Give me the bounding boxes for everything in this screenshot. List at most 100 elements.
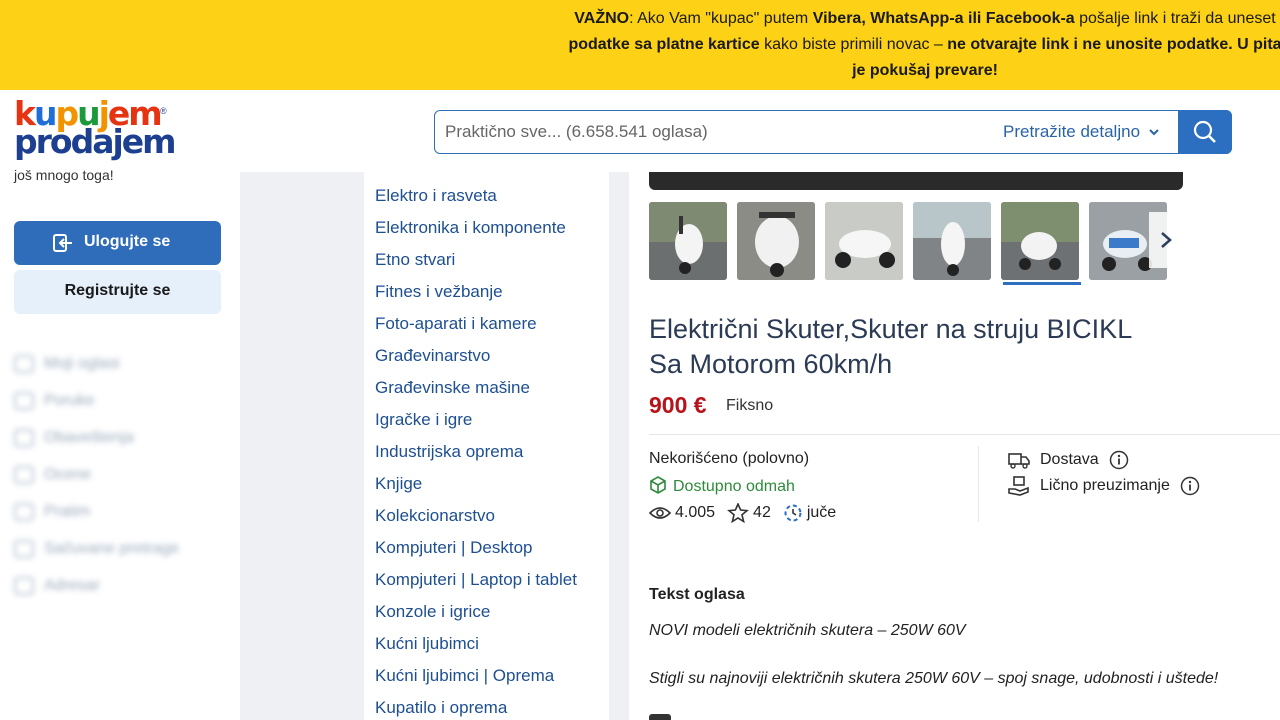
ad-title: Električni Skuter,Skuter na struju BICIK… <box>649 312 1209 382</box>
category-link[interactable]: Kućni ljubimci | Oprema <box>375 666 554 686</box>
ad-detail: Električni Skuter,Skuter na struju BICIK… <box>629 172 1280 720</box>
pickup-option: Lično preuzimanje <box>1008 476 1210 496</box>
category-link[interactable]: Građevinarstvo <box>375 346 490 366</box>
warning-text-part: je pokušaj prevare! <box>852 62 998 79</box>
photo-thumbnails <box>649 202 1189 282</box>
category-link[interactable]: Konzole i igrice <box>375 602 490 622</box>
menu-label: Obaveštenja <box>44 428 134 446</box>
description-line: NOVI modeli električnih skutera – 250W 6… <box>649 622 966 639</box>
star-icon <box>14 502 34 521</box>
divider <box>649 434 1280 435</box>
info-icon[interactable] <box>1180 476 1200 496</box>
menu-item-notifications[interactable]: Obaveštenja <box>14 419 234 456</box>
category-link[interactable]: Kolekcionarstvo <box>375 506 495 526</box>
views-count: 4.005 <box>675 504 716 521</box>
category-link[interactable]: Knjige <box>375 474 422 494</box>
login-icon <box>53 234 72 252</box>
category-link[interactable]: Kupatilo i oprema <box>375 698 507 718</box>
divider <box>978 446 979 522</box>
warning-text-part: pošalje link i traži da uneset <box>1074 10 1276 27</box>
main-photo[interactable] <box>649 172 1183 190</box>
warning-text-part: ne otvarajte link i ne unosite podatke. … <box>947 36 1280 53</box>
messages-icon <box>14 391 34 410</box>
category-link[interactable]: Elektro i rasveta <box>375 186 497 206</box>
sidebar-note: još mnogo toga! <box>14 167 114 183</box>
photo-thumbnail[interactable] <box>913 202 991 280</box>
login-button[interactable]: Ulogujte se <box>14 221 221 265</box>
delivery-label: Dostava <box>1040 451 1099 468</box>
menu-label: Ocene <box>44 465 92 483</box>
menu-item-messages[interactable]: Poruke <box>14 382 234 419</box>
category-link[interactable]: Fitnes i vežbanje <box>375 282 503 302</box>
search-button[interactable] <box>1178 110 1232 154</box>
menu-label: Sačuvane pretrage <box>44 539 180 557</box>
menu-item-my-ads[interactable]: Moji oglasi <box>14 345 234 382</box>
description-heading: Tekst oglasa <box>649 586 745 603</box>
eye-icon <box>649 507 671 519</box>
ad-condition: Nekorišćeno (polovno) <box>649 450 810 467</box>
warning-text: VAŽNO: Ako Vam "kupac" putem Vibera, Wha… <box>560 6 1280 84</box>
pickup-label: Lično preuzimanje <box>1040 477 1170 494</box>
login-label: Ulogujte se <box>84 233 171 250</box>
ad-availability: Dostupno odmah <box>649 476 795 496</box>
site-logo[interactable]: kupujem prodajem ® <box>14 97 177 164</box>
register-label: Registrujte se <box>64 282 171 299</box>
category-link[interactable]: Foto-aparati i kamere <box>375 314 537 334</box>
views-stat: 4.005 <box>649 504 715 522</box>
category-list: Elektro i rasveta Elektronika i komponen… <box>364 172 609 720</box>
ad-stats: 4.005 42 juče <box>649 503 848 523</box>
warning-text-part: Vibera, WhatsApp-a ili Facebook-a <box>812 10 1075 27</box>
clock-icon <box>784 504 802 522</box>
photo-thumbnail[interactable] <box>649 202 727 280</box>
register-button[interactable]: Registrujte se <box>14 270 221 314</box>
warning-text-part: kako biste primili novac – <box>759 36 948 53</box>
box-icon <box>650 476 666 494</box>
menu-item-ratings[interactable]: Ocene <box>14 456 234 493</box>
next-thumbnails-button[interactable] <box>1149 212 1183 268</box>
posted-date: juče <box>806 504 837 521</box>
menu-item-address-book[interactable]: Adresar <box>14 567 234 604</box>
warning-label: VAŽNO <box>574 10 630 27</box>
category-link[interactable]: Elektronika i komponente <box>375 218 566 238</box>
user-menu: Moji oglasi Poruke Obaveštenja Ocene Pra… <box>14 345 234 604</box>
ad-price: 900 € <box>649 392 707 418</box>
ads-icon <box>14 354 34 373</box>
search-input[interactable] <box>445 111 985 152</box>
chevron-down-icon[interactable] <box>1147 125 1161 139</box>
menu-label: Poruke <box>44 391 95 409</box>
ad-title-line: Sa Motorom 60km/h <box>649 349 893 379</box>
ad-title-line: Električni Skuter,Skuter na struju BICIK… <box>649 314 1133 344</box>
hand-package-icon <box>1008 476 1029 496</box>
menu-label: Pratim <box>44 502 91 520</box>
category-link[interactable]: Kompjuteri | Laptop i tablet <box>375 570 577 590</box>
bell-icon <box>14 428 34 447</box>
detailed-search-link[interactable]: Pretražite detaljno <box>1003 122 1140 142</box>
info-icon[interactable] <box>1109 450 1129 470</box>
menu-item-saved-searches[interactable]: Sačuvane pretrage <box>14 530 234 567</box>
logo-registered-mark: ® <box>160 106 167 116</box>
page-gutter-middle <box>609 172 629 720</box>
star-icon <box>727 503 750 523</box>
price-type: Fiksno <box>726 397 774 414</box>
category-link[interactable]: Etno stvari <box>375 250 455 270</box>
category-link[interactable]: Igračke i igre <box>375 410 472 430</box>
warning-text-part: podatke sa platne kartice <box>568 36 760 53</box>
posted-stat: juče <box>783 503 836 523</box>
menu-item-following[interactable]: Pratim <box>14 493 234 530</box>
description-line: Stigli su najnoviji električnih skutera … <box>649 670 1219 687</box>
photo-thumbnail[interactable] <box>737 202 815 280</box>
favorites-stat[interactable]: 42 <box>727 503 771 523</box>
favorites-count: 42 <box>753 504 771 521</box>
chevron-right-icon <box>1161 232 1172 248</box>
category-link[interactable]: Kompjuteri | Desktop <box>375 538 532 558</box>
menu-label: Adresar <box>44 576 101 594</box>
category-link[interactable]: Građevinske mašine <box>375 378 530 398</box>
search-bar: Pretražite detaljno <box>434 110 1232 154</box>
photo-thumbnail[interactable] <box>825 202 903 280</box>
category-link[interactable]: Kućni ljubimci <box>375 634 479 654</box>
thumbs-up-icon <box>14 465 34 484</box>
category-link[interactable]: Industrijska oprema <box>375 442 523 462</box>
warning-text-part: : Ako Vam "kupac" putem <box>629 10 813 27</box>
photo-thumbnail-active[interactable] <box>1001 202 1079 280</box>
delivery-option: Dostava <box>1008 450 1139 470</box>
